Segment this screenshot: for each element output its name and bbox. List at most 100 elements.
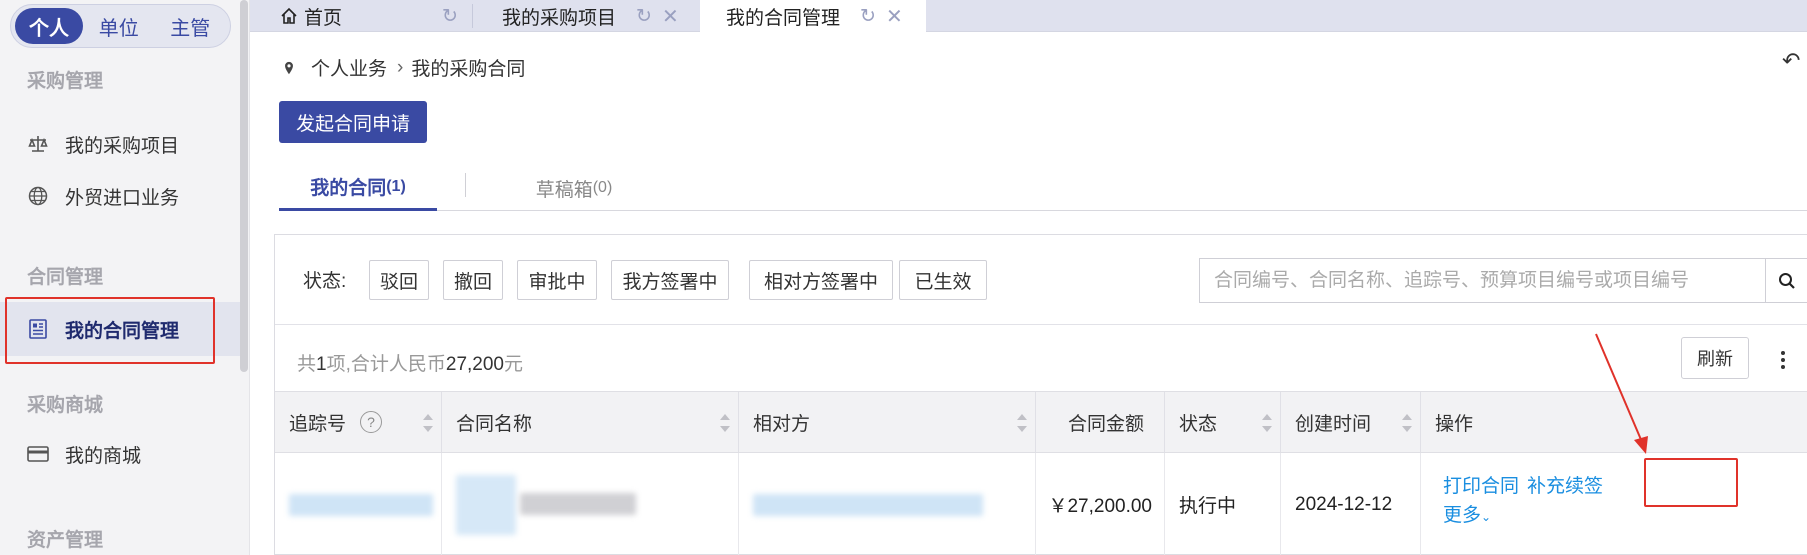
tab-divider [472, 4, 473, 28]
refresh-icon[interactable]: ↻ [636, 5, 652, 28]
close-icon[interactable]: ✕ [886, 4, 903, 29]
col-actions: 操作 [1421, 392, 1807, 452]
breadcrumb-current: 我的采购合同 [411, 59, 526, 80]
summary-text: 共1项,合计人民币27,200元 [297, 349, 523, 376]
cell-tracking [275, 453, 442, 555]
col-name[interactable]: 合同名称 [442, 392, 739, 452]
status-chip-our-signing[interactable]: 我方签署中 [611, 260, 729, 300]
app-root: 个人 单位 主管 采购管理 我的采购项目 外贸进口业务 合同管理 我的合同管理 … [0, 0, 1807, 555]
search-icon[interactable] [1765, 259, 1807, 302]
refresh-button[interactable]: 刷新 [1681, 337, 1749, 379]
section-procurement: 采购管理 [27, 71, 104, 92]
status-chip-effective[interactable]: 已生效 [899, 260, 987, 300]
col-label: 操作 [1435, 413, 1474, 435]
tab-label: 我的采购项目 [502, 7, 617, 29]
cell-name [442, 453, 739, 555]
col-tracking[interactable]: 追踪号 ? [275, 392, 442, 452]
subtab-label: 草稿箱 [535, 179, 593, 201]
sidebar-item-my-mall[interactable]: 我的商城 [0, 431, 240, 477]
role-supervisor-button[interactable]: 主管 [155, 8, 227, 44]
contract-subtabs: 我的合同 (1) 草稿箱 (0) [279, 165, 1807, 211]
contract-panel: 状态: 驳回 撤回 审批中 我方签署中 相对方签署中 已生效 共1项,合计人民币… [274, 234, 1807, 555]
more-vertical-icon[interactable] [1781, 351, 1787, 373]
status-filter-label: 状态: [303, 271, 347, 292]
sort-icon[interactable] [1017, 414, 1027, 432]
cell-status: 执行中 [1165, 453, 1281, 555]
card-icon [27, 443, 49, 465]
status-chip-rejected[interactable]: 驳回 [369, 260, 429, 300]
new-contract-button[interactable]: 发起合同申请 [279, 101, 427, 143]
table-header: 追踪号 ? 合同名称 相对方 合同金额 状态 创建时间 操作 [275, 391, 1807, 453]
redacted-tracking [289, 493, 433, 516]
tab-my-contracts-list[interactable]: 我的合同 (1) [279, 165, 437, 211]
sort-icon[interactable] [1262, 414, 1272, 432]
col-amount: 合同金额 [1036, 392, 1165, 452]
supplement-contract-link[interactable]: 补充续签 [1527, 471, 1603, 498]
col-status[interactable]: 状态 [1165, 392, 1281, 452]
tab-drafts[interactable]: 草稿箱 (0) [509, 165, 639, 211]
status-chip-withdrawn[interactable]: 撤回 [443, 260, 503, 300]
tab-label: 首页 [304, 7, 343, 29]
subtab-count: (1) [386, 177, 406, 195]
tab-my-projects[interactable]: 我的采购项目 ↻ ✕ [474, 0, 698, 32]
section-asset: 资产管理 [27, 530, 104, 551]
table-row[interactable]: ￥27,200.00 执行中 2024-12-12 打印合同 补充续签 更多⌄ [275, 453, 1807, 555]
back-arrow-icon[interactable]: ↶ [1782, 48, 1800, 74]
summary-suffix: 元 [504, 354, 524, 375]
more-link[interactable]: 更多 [1443, 505, 1481, 526]
col-created[interactable]: 创建时间 [1281, 392, 1421, 452]
summary-amount: 27,200 [445, 354, 504, 375]
status-chip-counterparty-signing[interactable]: 相对方签署中 [749, 260, 893, 300]
cell-created: 2024-12-12 [1281, 453, 1421, 555]
print-contract-link[interactable]: 打印合同 [1443, 471, 1519, 498]
cell-counterparty [739, 453, 1036, 555]
status-chip-approving[interactable]: 审批中 [517, 260, 597, 300]
col-counterparty[interactable]: 相对方 [739, 392, 1036, 452]
col-label: 合同金额 [1067, 413, 1144, 435]
sidebar-item-label: 外贸进口业务 [65, 187, 180, 209]
sidebar-item-label: 我的商城 [65, 445, 142, 467]
tab-my-contracts[interactable]: 我的合同管理 ↻ ✕ [700, 0, 926, 32]
col-label: 创建时间 [1295, 413, 1372, 435]
summary-mid: 项,合计人民币 [326, 354, 446, 375]
col-label: 状态 [1179, 413, 1218, 435]
col-label: 追踪号 [289, 413, 347, 435]
refresh-icon[interactable]: ↻ [442, 5, 458, 28]
cell-amount: ￥27,200.00 [1036, 453, 1165, 555]
sort-icon[interactable] [423, 414, 433, 432]
sort-icon[interactable] [1402, 414, 1412, 432]
refresh-icon[interactable]: ↻ [860, 5, 876, 28]
search-box [1199, 258, 1807, 303]
location-pin-icon [285, 61, 293, 74]
action-links: 打印合同 补充续签 [1443, 471, 1603, 498]
sort-icon[interactable] [720, 414, 730, 432]
role-unit-button[interactable]: 单位 [83, 8, 155, 44]
sidebar-item-label: 我的采购项目 [65, 135, 180, 157]
sidebar-item-foreign-trade[interactable]: 外贸进口业务 [0, 173, 240, 219]
sidebar: 个人 单位 主管 采购管理 我的采购项目 外贸进口业务 合同管理 我的合同管理 … [0, 0, 250, 555]
breadcrumb-root[interactable]: 个人业务 [311, 54, 387, 81]
scale-icon [27, 133, 49, 155]
sidebar-scrollbar[interactable] [240, 0, 248, 372]
more-actions[interactable]: 更多⌄ [1443, 500, 1491, 527]
summary-prefix: 共 [297, 354, 317, 375]
help-icon[interactable]: ? [360, 411, 383, 433]
col-label: 合同名称 [456, 413, 533, 435]
subtab-divider [465, 173, 466, 197]
breadcrumb: 个人业务 › 我的采购合同 [283, 54, 525, 81]
role-personal-button[interactable]: 个人 [15, 8, 83, 44]
chevron-right-icon: › [397, 56, 404, 78]
sidebar-item-my-contracts[interactable]: 我的合同管理 [0, 302, 240, 356]
globe-icon [27, 185, 49, 207]
home-icon [280, 7, 298, 25]
chevron-down-icon: ⌄ [1481, 510, 1492, 524]
tab-label: 我的合同管理 [726, 7, 841, 29]
close-icon[interactable]: ✕ [662, 4, 679, 29]
sidebar-item-my-projects[interactable]: 我的采购项目 [0, 121, 240, 167]
redacted-name [456, 474, 666, 535]
role-switch: 个人 单位 主管 [10, 4, 231, 48]
summary-count: 1 [316, 354, 327, 375]
filter-bar: 状态: 驳回 撤回 审批中 我方签署中 相对方签署中 已生效 [275, 235, 1807, 325]
search-input[interactable] [1200, 259, 1765, 302]
tab-home[interactable]: 首页 ↻ [250, 0, 460, 32]
